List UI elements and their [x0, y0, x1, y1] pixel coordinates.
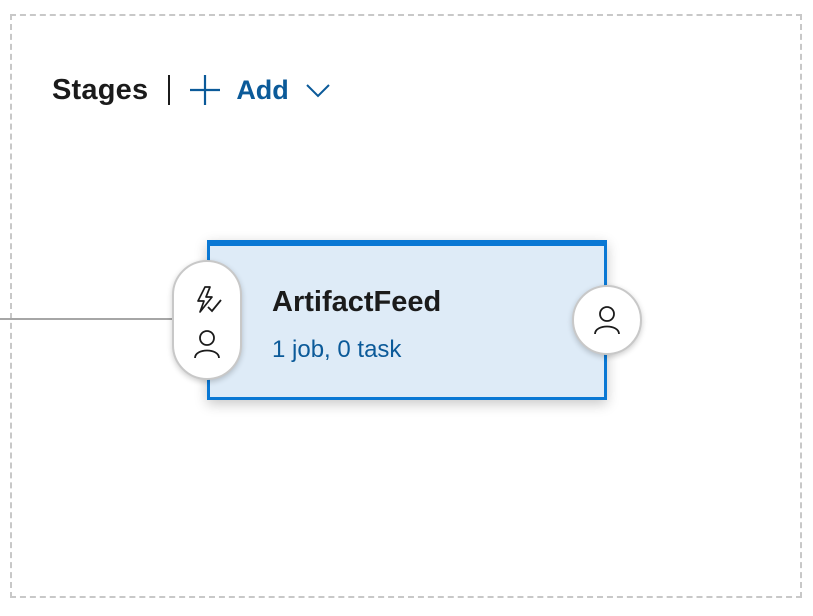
- post-deployment-approvals-button[interactable]: [572, 285, 642, 355]
- lightning-check-icon: [191, 284, 223, 316]
- pre-deployment-conditions: [172, 260, 242, 380]
- chevron-down-icon[interactable]: [289, 77, 331, 103]
- pre-deployment-trigger-button[interactable]: [187, 280, 227, 320]
- stage-card[interactable]: ArtifactFeed 1 job, 0 task: [207, 240, 607, 400]
- person-icon: [592, 304, 622, 336]
- person-icon: [192, 328, 222, 360]
- artifact-connector-line: [0, 318, 175, 320]
- stage-tasks-link[interactable]: 1 job, 0 task: [272, 336, 401, 364]
- stage-name[interactable]: ArtifactFeed: [272, 286, 441, 319]
- pre-deployment-approvals-button[interactable]: [187, 324, 227, 364]
- header-divider: [168, 75, 171, 105]
- add-stage-button[interactable]: Add: [188, 73, 330, 107]
- stages-header: Stages Add: [52, 70, 331, 110]
- plus-icon: [188, 73, 222, 107]
- stages-title: Stages: [52, 73, 149, 106]
- add-stage-label: Add: [236, 74, 289, 105]
